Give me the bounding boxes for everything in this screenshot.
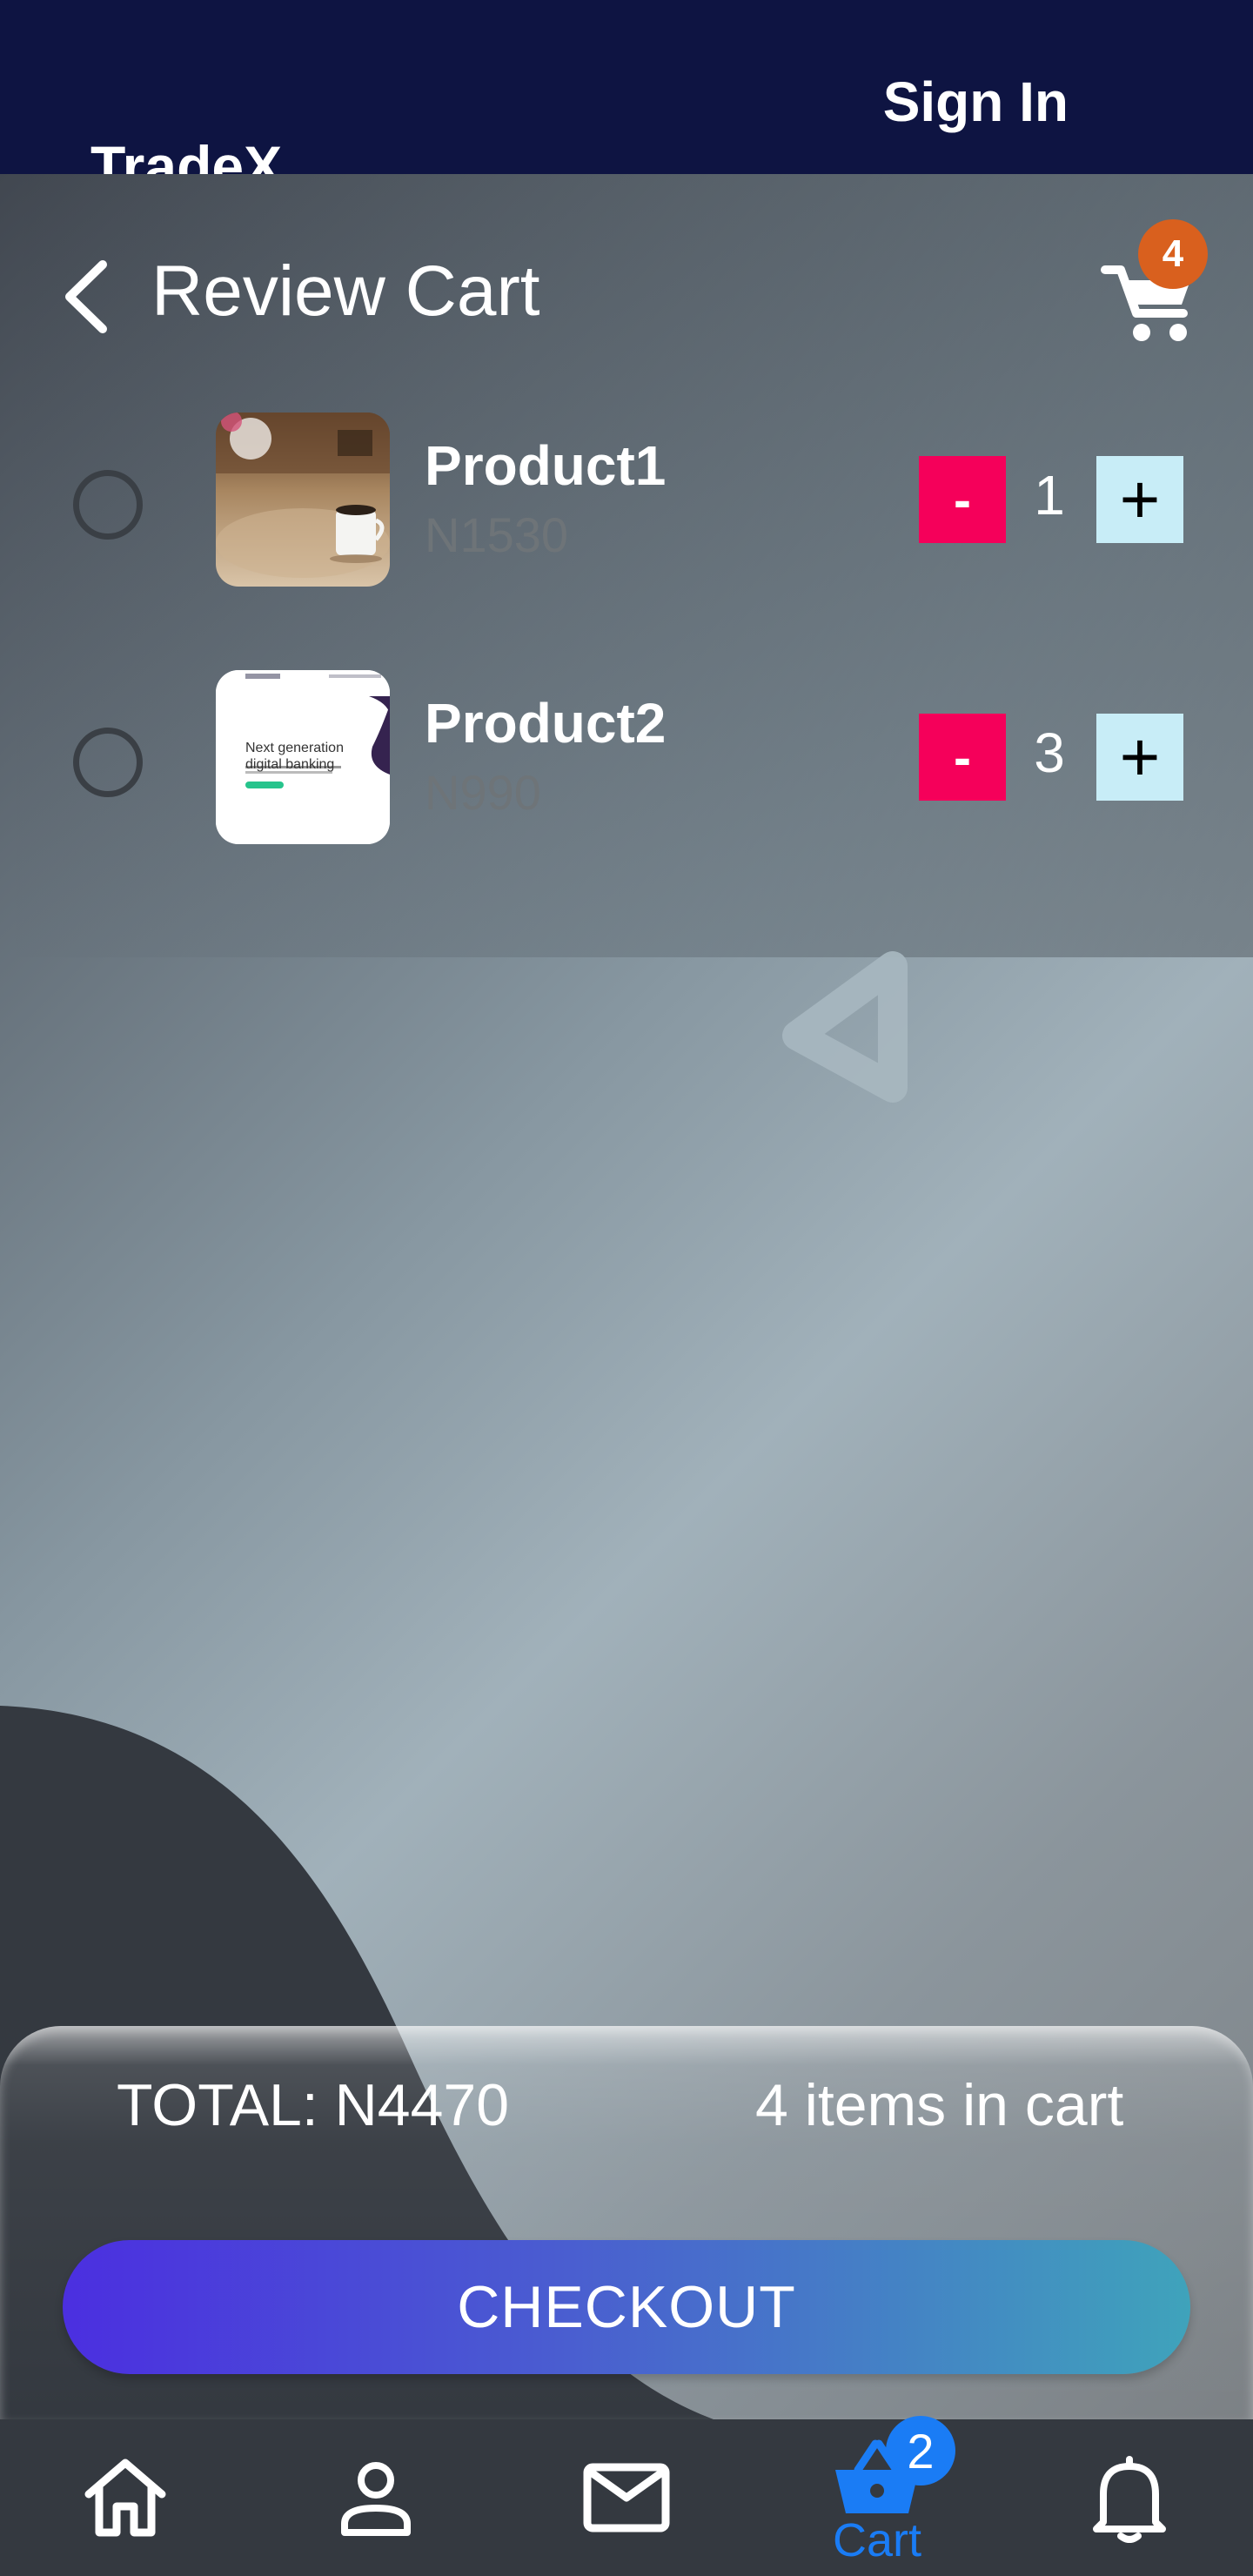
product-thumbnail[interactable] <box>216 413 390 587</box>
decrease-quantity-button[interactable]: - <box>919 714 1006 801</box>
thumbnail-caption: Next generation digital banking <box>245 741 344 772</box>
cart-count-badge: 4 <box>1138 219 1208 289</box>
product-thumbnail[interactable]: Next generation digital banking <box>216 670 390 844</box>
increase-quantity-button[interactable]: + <box>1096 714 1183 801</box>
bottom-navigation: Cart <box>0 2419 1253 2576</box>
item-select-radio[interactable] <box>73 728 143 797</box>
home-icon <box>84 2459 166 2537</box>
nav-notifications[interactable] <box>1041 2419 1215 2576</box>
cart-item-row: Next generation digital banking Product2… <box>0 670 1253 844</box>
quantity-value: 3 <box>1034 721 1065 784</box>
sign-in-link[interactable]: Sign In <box>883 70 1069 134</box>
product-name: Product2 <box>425 692 667 755</box>
back-chevron-icon[interactable] <box>61 258 113 336</box>
cart-total: TOTAL: N4470 <box>117 2072 510 2138</box>
product-price: N1530 <box>425 507 569 562</box>
item-select-radio[interactable] <box>73 470 143 540</box>
top-app-bar: TradeX Sign In <box>0 0 1253 174</box>
product-price: N990 <box>425 765 541 820</box>
decrease-quantity-button[interactable]: - <box>919 456 1006 543</box>
review-cart-title: Review Cart <box>151 252 540 331</box>
nav-profile[interactable] <box>289 2419 463 2576</box>
watermark-logo-icon <box>782 951 908 1103</box>
profile-icon <box>341 2462 411 2536</box>
checkout-button[interactable]: CHECKOUT <box>63 2240 1190 2374</box>
cart-item-row: Product1 N1530 - 1 + <box>0 413 1253 587</box>
nav-home[interactable] <box>38 2419 212 2576</box>
brand-logo-text: TradeX <box>90 134 283 174</box>
nav-cart-label: Cart <box>832 2514 921 2566</box>
coffee-cup-photo <box>216 413 390 587</box>
quantity-value: 1 <box>1034 464 1065 527</box>
nav-cart-badge: 2 <box>886 2416 955 2485</box>
mail-icon <box>583 2463 670 2532</box>
increase-quantity-button[interactable]: + <box>1096 456 1183 543</box>
product-name: Product1 <box>425 434 667 497</box>
bell-icon <box>1093 2456 1166 2543</box>
items-in-cart-count: 4 items in cart <box>755 2072 1124 2138</box>
nav-messages[interactable] <box>539 2419 714 2576</box>
